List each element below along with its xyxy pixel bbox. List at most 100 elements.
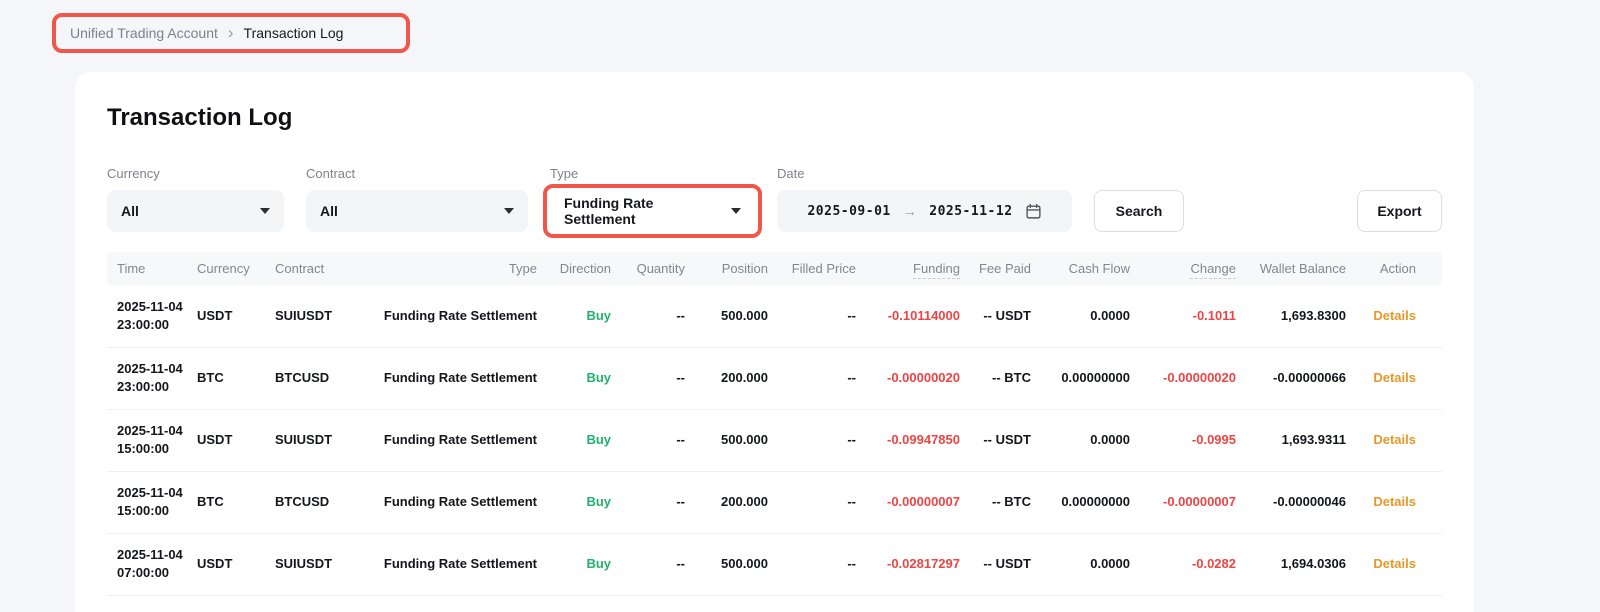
cell-currency: USDT: [197, 409, 275, 471]
table-body: 2025-11-0423:00:00USDTSUIUSDTFunding Rat…: [107, 285, 1442, 595]
cell-quantity: --: [611, 471, 685, 533]
cell-contract: BTCUSD: [275, 347, 375, 409]
col-header-time: Time: [107, 252, 197, 285]
cell-wallet_balance: -0.00000066: [1236, 347, 1346, 409]
col-header-change[interactable]: Change: [1130, 252, 1236, 285]
transaction-table: TimeCurrencyContractTypeDirectionQuantit…: [107, 252, 1442, 596]
cell-funding: -0.10114000: [856, 285, 960, 347]
cell-type: Funding Rate Settlement: [375, 347, 537, 409]
cell-cash_flow: 0.00000000: [1031, 347, 1130, 409]
cell-position: 500.000: [685, 533, 768, 595]
currency-filter-label: Currency: [107, 166, 284, 182]
cell-action: Details: [1346, 285, 1442, 347]
col-header-funding[interactable]: Funding: [856, 252, 960, 285]
cell-action: Details: [1346, 409, 1442, 471]
cell-wallet_balance: -0.00000046: [1236, 471, 1346, 533]
cell-type: Funding Rate Settlement: [375, 409, 537, 471]
cell-action: Details: [1346, 471, 1442, 533]
cell-direction: Buy: [537, 471, 611, 533]
cell-quantity: --: [611, 533, 685, 595]
date-range-picker[interactable]: 2025-09-01 → 2025-11-12: [777, 190, 1072, 232]
cell-filled_price: --: [768, 409, 856, 471]
cell-contract: BTCUSD: [275, 471, 375, 533]
cell-funding: -0.00000020: [856, 347, 960, 409]
cell-currency: BTC: [197, 347, 275, 409]
details-link[interactable]: Details: [1373, 494, 1416, 509]
export-button[interactable]: Export: [1357, 190, 1442, 232]
cell-filled_price: --: [768, 347, 856, 409]
contract-filter-label: Contract: [306, 166, 528, 182]
cell-quantity: --: [611, 285, 685, 347]
cell-time: 2025-11-0407:00:00: [107, 533, 197, 595]
cell-wallet_balance: 1,694.0306: [1236, 533, 1346, 595]
date-filter-group: Date 2025-09-01 → 2025-11-12: [777, 166, 1072, 232]
currency-select[interactable]: All: [107, 190, 284, 232]
cell-time: 2025-11-0423:00:00: [107, 347, 197, 409]
cell-filled_price: --: [768, 533, 856, 595]
cell-fee_paid: -- USDT: [960, 285, 1031, 347]
date-filter-label: Date: [777, 166, 1072, 182]
cell-direction: Buy: [537, 347, 611, 409]
breadcrumb-separator-icon: ›: [228, 26, 234, 40]
cell-cash_flow: 0.0000: [1031, 285, 1130, 347]
date-start-value: 2025-09-01: [807, 204, 890, 219]
cell-funding: -0.02817297: [856, 533, 960, 595]
details-link[interactable]: Details: [1373, 370, 1416, 385]
details-link[interactable]: Details: [1373, 308, 1416, 323]
cell-currency: BTC: [197, 471, 275, 533]
details-link[interactable]: Details: [1373, 556, 1416, 571]
cell-action: Details: [1346, 347, 1442, 409]
currency-select-value: All: [121, 203, 139, 219]
col-header-direction: Direction: [537, 252, 611, 285]
cell-time: 2025-11-0415:00:00: [107, 409, 197, 471]
cell-time: 2025-11-0415:00:00: [107, 471, 197, 533]
cell-action: Details: [1346, 533, 1442, 595]
breadcrumb: Unified Trading Account › Transaction Lo…: [70, 25, 343, 41]
currency-filter-group: Currency All: [107, 166, 284, 232]
col-header-quantity: Quantity: [611, 252, 685, 285]
contract-filter-group: Contract All: [306, 166, 528, 232]
col-header-position: Position: [685, 252, 768, 285]
cell-change: -0.1011: [1130, 285, 1236, 347]
cell-change: -0.00000007: [1130, 471, 1236, 533]
caret-down-icon: [260, 208, 270, 214]
cell-direction: Buy: [537, 409, 611, 471]
col-header-action: Action: [1346, 252, 1442, 285]
cell-contract: SUIUSDT: [275, 409, 375, 471]
breadcrumb-parent[interactable]: Unified Trading Account: [70, 25, 218, 41]
type-filter-group: Type Funding Rate Settlement: [550, 166, 755, 232]
cell-quantity: --: [611, 409, 685, 471]
type-select[interactable]: Funding Rate Settlement: [550, 190, 755, 232]
cell-position: 500.000: [685, 285, 768, 347]
col-header-type: Type: [375, 252, 537, 285]
cell-type: Funding Rate Settlement: [375, 533, 537, 595]
date-end-value: 2025-11-12: [929, 204, 1012, 219]
table-row: 2025-11-0415:00:00USDTSUIUSDTFunding Rat…: [107, 409, 1442, 471]
filter-bar: Currency All Contract All Type Funding R…: [107, 166, 1442, 232]
cell-funding: -0.00000007: [856, 471, 960, 533]
contract-select[interactable]: All: [306, 190, 528, 232]
cell-type: Funding Rate Settlement: [375, 285, 537, 347]
cell-fee_paid: -- USDT: [960, 533, 1031, 595]
calendar-icon: [1025, 203, 1042, 220]
cell-contract: SUIUSDT: [275, 285, 375, 347]
col-header-contract: Contract: [275, 252, 375, 285]
cell-funding: -0.09947850: [856, 409, 960, 471]
caret-down-icon: [731, 208, 741, 214]
cell-currency: USDT: [197, 533, 275, 595]
col-header-cash_flow: Cash Flow: [1031, 252, 1130, 285]
transaction-log-card: Transaction Log Currency All Contract Al…: [75, 72, 1474, 612]
cell-change: -0.0282: [1130, 533, 1236, 595]
table-row: 2025-11-0423:00:00USDTSUIUSDTFunding Rat…: [107, 285, 1442, 347]
cell-change: -0.00000020: [1130, 347, 1236, 409]
cell-fee_paid: -- BTC: [960, 471, 1031, 533]
cell-direction: Buy: [537, 533, 611, 595]
cell-filled_price: --: [768, 471, 856, 533]
date-range-arrow-icon: →: [903, 203, 918, 219]
search-button[interactable]: Search: [1094, 190, 1184, 232]
details-link[interactable]: Details: [1373, 432, 1416, 447]
col-header-currency: Currency: [197, 252, 275, 285]
cell-direction: Buy: [537, 285, 611, 347]
contract-select-value: All: [320, 203, 338, 219]
cell-cash_flow: 0.0000: [1031, 533, 1130, 595]
